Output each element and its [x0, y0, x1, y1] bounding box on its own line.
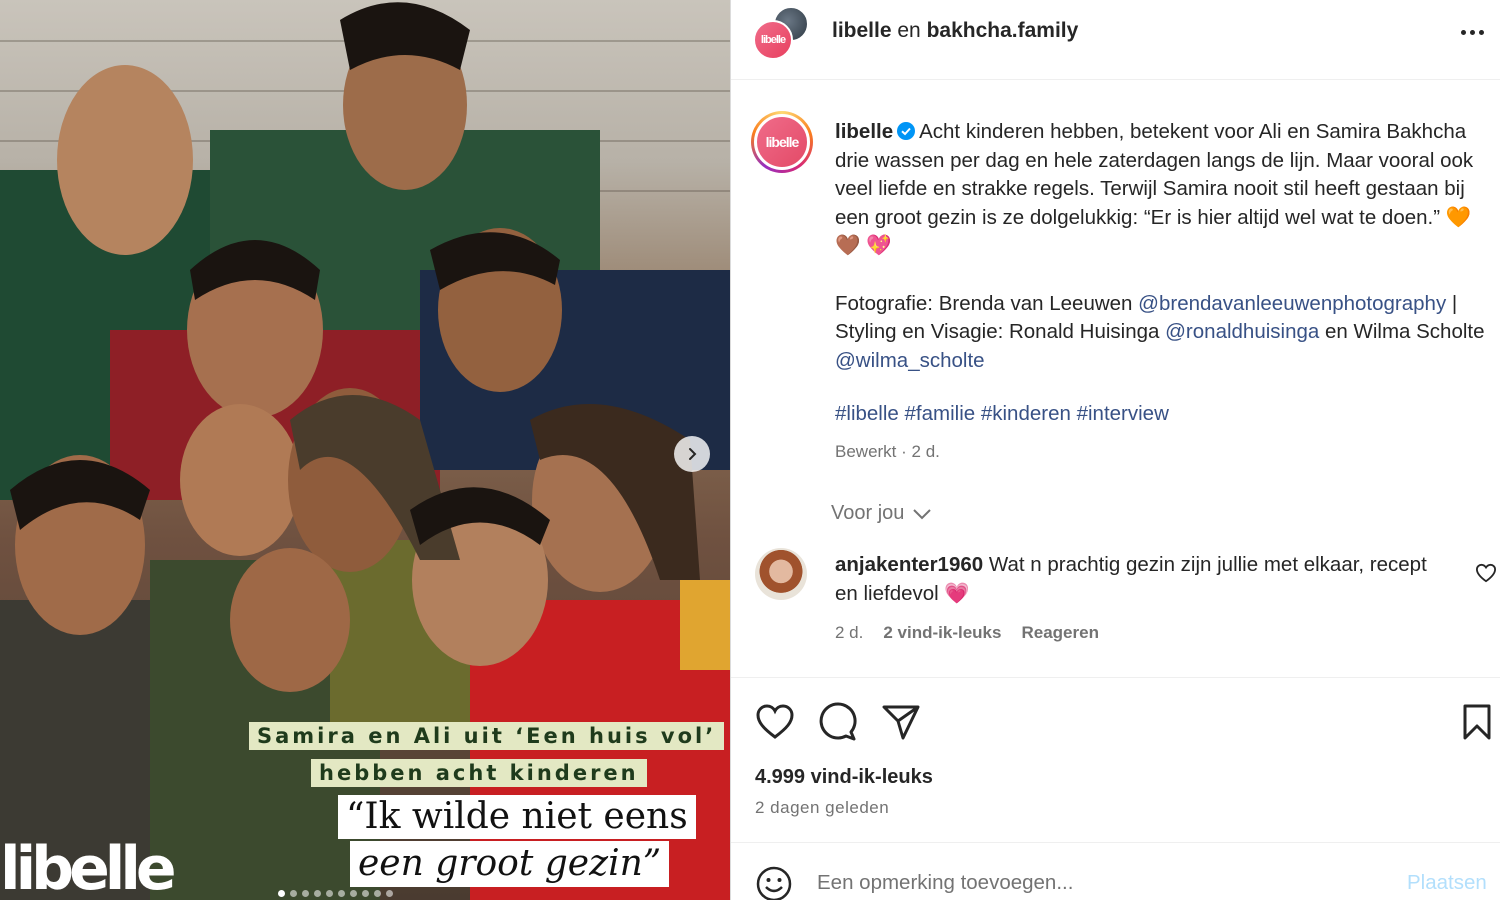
- more-icon-dot: [1479, 30, 1484, 35]
- comment-reply-button[interactable]: Reageren: [1021, 623, 1098, 643]
- carousel-dot: [290, 890, 297, 897]
- comment-text: anjakenter1960 Wat n prachtig gezin zijn…: [835, 550, 1435, 608]
- author-link-bakhcha[interactable]: bakhcha.family: [927, 19, 1079, 42]
- chevron-right-icon: [689, 448, 697, 460]
- post-photo[interactable]: Samira en Ali uit ‘Een huis vol’ hebben …: [0, 0, 730, 900]
- post-timestamp[interactable]: 2 dagen geleden: [755, 798, 889, 818]
- comments-filter-dropdown[interactable]: Voor jou: [831, 502, 932, 525]
- more-icon: [1461, 30, 1466, 35]
- carousel-dot: [374, 890, 381, 897]
- comment-icon[interactable]: [817, 702, 857, 742]
- carousel-next-button[interactable]: [674, 436, 710, 472]
- post-header: libelle libelle en bakhcha.family: [731, 0, 1500, 80]
- comment-age: 2 d.: [835, 623, 864, 642]
- photo-caption-line2: hebben acht kinderen: [311, 759, 647, 787]
- caption-body: Acht kinderen hebben, betekent voor Ali …: [835, 120, 1474, 229]
- post-details-panel: libelle libelle en bakhcha.family libell…: [730, 0, 1500, 900]
- more-icon-dot: [1470, 30, 1475, 35]
- share-icon[interactable]: [881, 702, 921, 742]
- verified-icon: [897, 122, 916, 140]
- carousel-dot: [302, 890, 309, 897]
- collab-avatars[interactable]: libelle: [753, 6, 809, 62]
- bookmark-icon[interactable]: [1457, 702, 1497, 742]
- comment-avatar[interactable]: [755, 548, 807, 600]
- photo-logo: libelle: [0, 834, 177, 900]
- mention-brenda[interactable]: @brendavanleeuwenphotography: [1138, 292, 1446, 315]
- post-actions: 4.999 vind-ik-leuks 2 dagen geleden: [731, 677, 1500, 842]
- carousel-dot: [386, 890, 393, 897]
- carousel-dot: [338, 890, 345, 897]
- author-connector: en: [897, 19, 921, 42]
- add-comment-bar: Plaatsen: [731, 842, 1500, 900]
- author-link-libelle[interactable]: libelle: [832, 19, 892, 42]
- carousel-dot: [278, 890, 285, 897]
- photo-caption-line1: Samira en Ali uit ‘Een huis vol’: [249, 722, 725, 750]
- mention-wilma[interactable]: @wilma_scholte: [835, 349, 985, 372]
- comment-username[interactable]: anjakenter1960: [835, 553, 983, 576]
- comment-input[interactable]: [817, 863, 1377, 900]
- heart-icon[interactable]: [755, 702, 795, 742]
- comments-filter-label: Voor jou: [831, 502, 905, 524]
- caption-avatar-logo: libelle: [754, 114, 810, 170]
- mention-ronald[interactable]: @ronaldhuisinga: [1165, 320, 1319, 343]
- carousel-dot: [326, 890, 333, 897]
- comment-likes-count[interactable]: 2 vind-ik-leuks: [883, 623, 1001, 643]
- carousel-dots: [278, 890, 393, 897]
- caption-avatar[interactable]: libelle: [751, 111, 813, 173]
- post-likes-count[interactable]: 4.999 vind-ik-leuks: [755, 766, 933, 789]
- post-comment-button[interactable]: Plaatsen: [1407, 871, 1487, 895]
- comment-emoji: 💗: [944, 582, 970, 605]
- caption-hashtags[interactable]: #libelle #familie #kinderen #interview: [835, 402, 1169, 426]
- caption-and-wilma: en Wilma Scholte: [1325, 320, 1485, 344]
- avatar-libelle: libelle: [753, 20, 793, 60]
- more-options-button[interactable]: [1461, 30, 1487, 36]
- carousel-dot: [314, 890, 321, 897]
- comment-meta: 2 d. 2 vind-ik-leuks Reageren: [835, 623, 1099, 643]
- comment-like-icon[interactable]: [1475, 563, 1497, 583]
- photo-quote-line1: “Ik wilde niet eens: [338, 795, 696, 839]
- caption-photo-credit: Fotografie: Brenda van Leeuwen: [835, 291, 1133, 315]
- caption-styling-credit: Styling en Visagie: Ronald Huisinga: [835, 320, 1160, 344]
- caption-text: libelle Acht kinderen hebben, betekent vo…: [835, 118, 1497, 375]
- chevron-down-icon: [913, 508, 932, 519]
- post-author-title: libelle en bakhcha.family: [832, 17, 1078, 45]
- carousel-dot: [362, 890, 369, 897]
- caption-edited-meta: Bewerkt · 2 d.: [835, 442, 940, 461]
- caption-separator: |: [1451, 291, 1458, 315]
- caption-username[interactable]: libelle: [835, 120, 893, 143]
- emoji-icon[interactable]: [755, 865, 793, 900]
- carousel-dot: [350, 890, 357, 897]
- photo-quote-line2: een groot gezin”: [350, 841, 670, 887]
